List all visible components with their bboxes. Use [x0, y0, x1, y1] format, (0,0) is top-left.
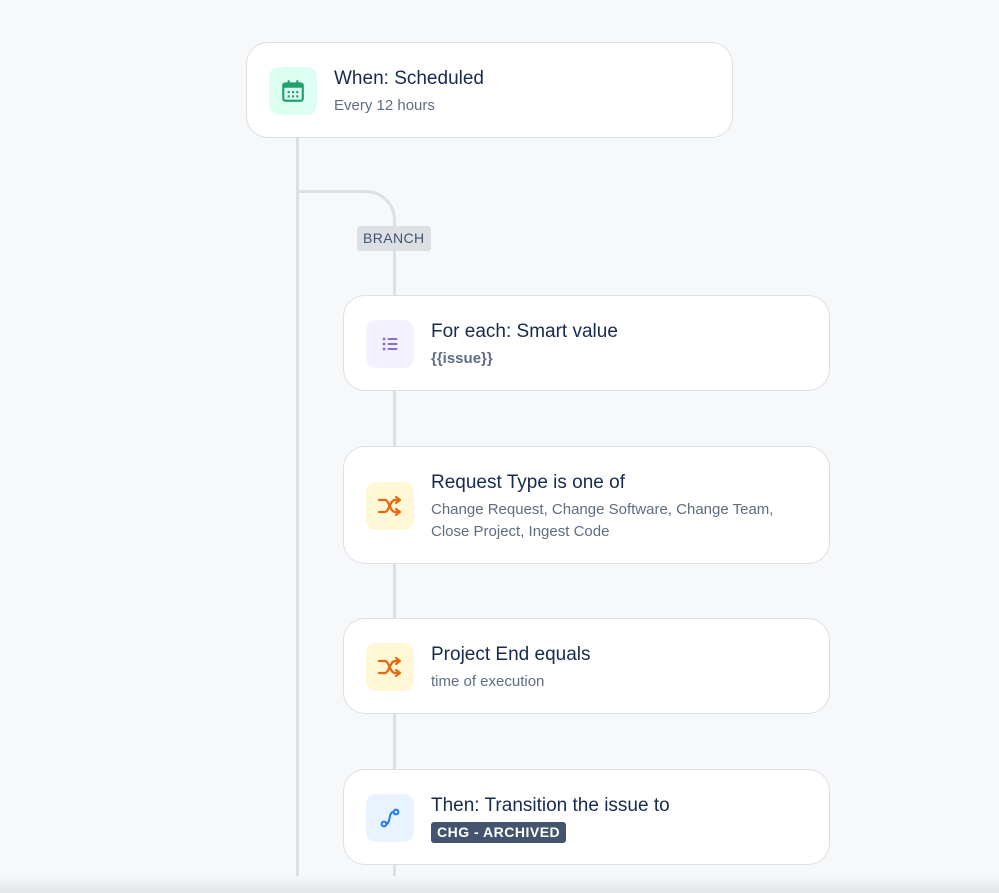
shuffle-icon — [366, 643, 414, 691]
list-icon — [366, 320, 414, 368]
trigger-card[interactable]: When: Scheduled Every 12 hours — [246, 42, 733, 138]
status-lozenge: CHG - ARCHIVED — [431, 822, 567, 843]
for-each-subtitle: {{issue}} — [431, 350, 493, 367]
for-each-card[interactable]: For each: Smart value {{issue}} — [343, 295, 830, 391]
calendar-icon — [269, 67, 317, 115]
project-end-condition-card[interactable]: Project End equals time of execution — [343, 618, 830, 714]
main-connector-line — [296, 137, 299, 893]
project-end-title: Project End equals — [431, 644, 591, 665]
transition-action-card[interactable]: Then: Transition the issue to CHG - ARCH… — [343, 769, 830, 865]
bottom-scroll-shadow — [0, 876, 999, 893]
shuffle-icon — [366, 482, 414, 530]
transition-icon — [366, 794, 414, 842]
trigger-subtitle: Every 12 hours — [334, 97, 435, 114]
branch-tag: BRANCH — [357, 226, 431, 251]
for-each-title: For each: Smart value — [431, 321, 618, 342]
request-type-values-line1: Change Request, Change Software, Change … — [431, 501, 774, 518]
request-type-condition-card[interactable]: Request Type is one of Change Request, C… — [343, 446, 830, 564]
trigger-title: When: Scheduled — [334, 68, 484, 89]
request-type-values-line2: Close Project, Ingest Code — [431, 523, 610, 540]
project-end-subtitle: time of execution — [431, 673, 545, 690]
transition-title: Then: Transition the issue to — [431, 795, 670, 816]
request-type-title: Request Type is one of — [431, 472, 625, 493]
